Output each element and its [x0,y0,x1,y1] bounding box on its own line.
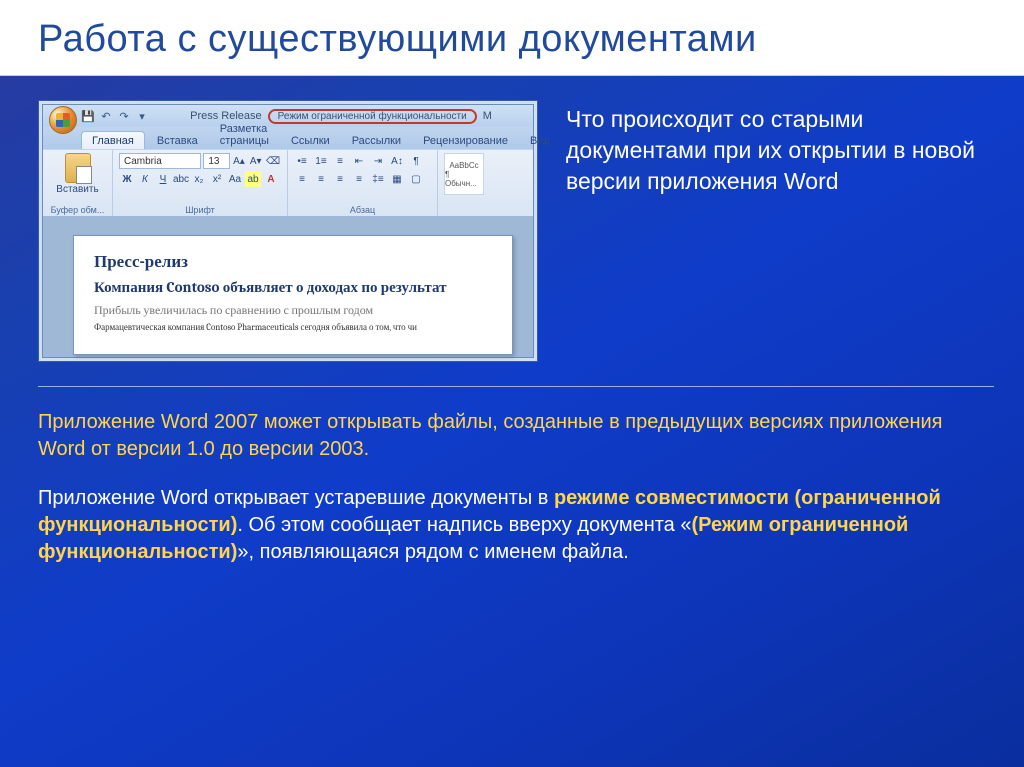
undo-icon[interactable]: ↶ [99,109,113,123]
superscript-icon[interactable]: x² [209,171,225,187]
group-font-label: Шрифт [119,204,281,215]
align-right-icon[interactable]: ≡ [332,171,348,187]
borders-icon[interactable]: ▢ [408,171,424,187]
embedded-screenshot: 💾 ↶ ↷ ▾ Press Release Режим ограниченной… [38,100,538,362]
bold-icon[interactable]: Ж [119,171,135,187]
show-marks-icon[interactable]: ¶ [408,153,424,169]
doc-heading-3: Прибыль увеличилась по сравнению с прошл… [94,303,492,318]
paragraph-2: Приложение Word открывает устаревшие док… [38,485,974,566]
body-p2e: », появляющаяся рядом с именем файла. [237,541,628,563]
group-clipboard: Вставить Буфер обм... [43,150,113,216]
style-box[interactable]: AaBbCc ¶ Обычн... [444,153,484,195]
paste-button[interactable]: Вставить [49,153,106,195]
group-clipboard-label: Буфер обм... [49,204,106,215]
group-font: Cambria 13 A▴ A▾ ⌫ Ж К Ч abc [113,150,288,216]
strike-icon[interactable]: abc [173,171,189,187]
body-p1: Приложение Word 2007 может открывать фай… [38,411,943,460]
title-suffix: M [483,110,492,122]
chevron-down-icon[interactable]: ▾ [135,109,149,123]
multilevel-icon[interactable]: ≡ [332,153,348,169]
side-caption: Что происходит со старыми документами пр… [566,100,994,362]
tab-mailings[interactable]: Рассылки [342,132,411,149]
underline-icon[interactable]: Ч [155,171,171,187]
ribbon-tabs: Главная Вставка Разметка страницы Ссылки… [43,127,533,149]
font-size-combo[interactable]: 13 [203,153,229,169]
group-paragraph-label: Абзац [294,204,431,215]
paste-label: Вставить [56,184,98,195]
body-p2a: Приложение Word открывает устаревшие док… [38,487,554,509]
body-p2c: . Об этом сообщает надпись вверху докуме… [237,514,691,536]
paragraph-1: Приложение Word 2007 может открывать фай… [38,409,974,463]
style-sample: AaBbCc [449,161,478,170]
align-left-icon[interactable]: ≡ [294,171,310,187]
indent-dec-icon[interactable]: ⇤ [351,153,367,169]
highlight-icon[interactable]: ab [245,171,261,187]
doc-body-text: Фармацевтическая компания Contoso Pharma… [94,322,492,333]
align-center-icon[interactable]: ≡ [313,171,329,187]
grow-font-icon[interactable]: A▴ [232,153,247,169]
slide-title: Работа с существующими документами [38,18,996,61]
compatibility-mode-badge: Режим ограниченной функциональности [268,109,477,124]
office-button[interactable] [49,106,77,134]
font-name-combo[interactable]: Cambria [119,153,201,169]
paste-icon [65,153,91,183]
word-window: 💾 ↶ ↷ ▾ Press Release Режим ограниченной… [42,104,534,358]
indent-inc-icon[interactable]: ⇥ [370,153,386,169]
quick-access-toolbar: 💾 ↶ ↷ ▾ Press Release Режим ограниченной… [43,105,533,127]
doc-heading-1: Пресс-релиз [94,252,492,272]
tab-review[interactable]: Рецензирование [413,132,518,149]
italic-icon[interactable]: К [137,171,153,187]
justify-icon[interactable]: ≡ [351,171,367,187]
change-case-icon[interactable]: Aa [227,171,243,187]
bullets-icon[interactable]: •≡ [294,153,310,169]
clear-format-icon[interactable]: ⌫ [265,153,281,169]
body-text: Приложение Word 2007 может открывать фай… [0,387,1024,566]
numbering-icon[interactable]: 1≡ [313,153,329,169]
group-paragraph: •≡ 1≡ ≡ ⇤ ⇥ A↕ ¶ ≡ ≡ ≡ [288,150,438,216]
tab-layout[interactable]: Разметка страницы [210,120,279,149]
group-styles: AaBbCc ¶ Обычн... [438,150,533,216]
save-icon[interactable]: 💾 [81,109,95,123]
subscript-icon[interactable]: x₂ [191,171,207,187]
font-color-icon[interactable]: A [263,171,279,187]
document-page[interactable]: Пресс-релиз Компания Contoso объявляет о… [73,235,513,355]
tab-insert[interactable]: Вставка [147,132,208,149]
slide-header: Работа с существующими документами [0,0,1024,76]
title-bar-text: Press Release Режим ограниченной функцио… [153,109,529,124]
doc-heading-2: Компания Contoso объявляет о доходах по … [94,278,492,297]
style-name: ¶ Обычн... [445,170,483,188]
shading-icon[interactable]: ▦ [389,171,405,187]
redo-icon[interactable]: ↷ [117,109,131,123]
ribbon: Вставить Буфер обм... Cambria 13 A▴ A▾ ⌫ [43,149,533,217]
tab-references[interactable]: Ссылки [281,132,340,149]
shrink-font-icon[interactable]: A▾ [248,153,263,169]
line-spacing-icon[interactable]: ‡≡ [370,171,386,187]
sort-icon[interactable]: A↕ [389,153,405,169]
tab-home[interactable]: Главная [81,131,145,149]
document-area: Пресс-релиз Компания Contoso объявляет о… [43,217,533,357]
tab-view[interactable]: Вид [520,132,560,149]
